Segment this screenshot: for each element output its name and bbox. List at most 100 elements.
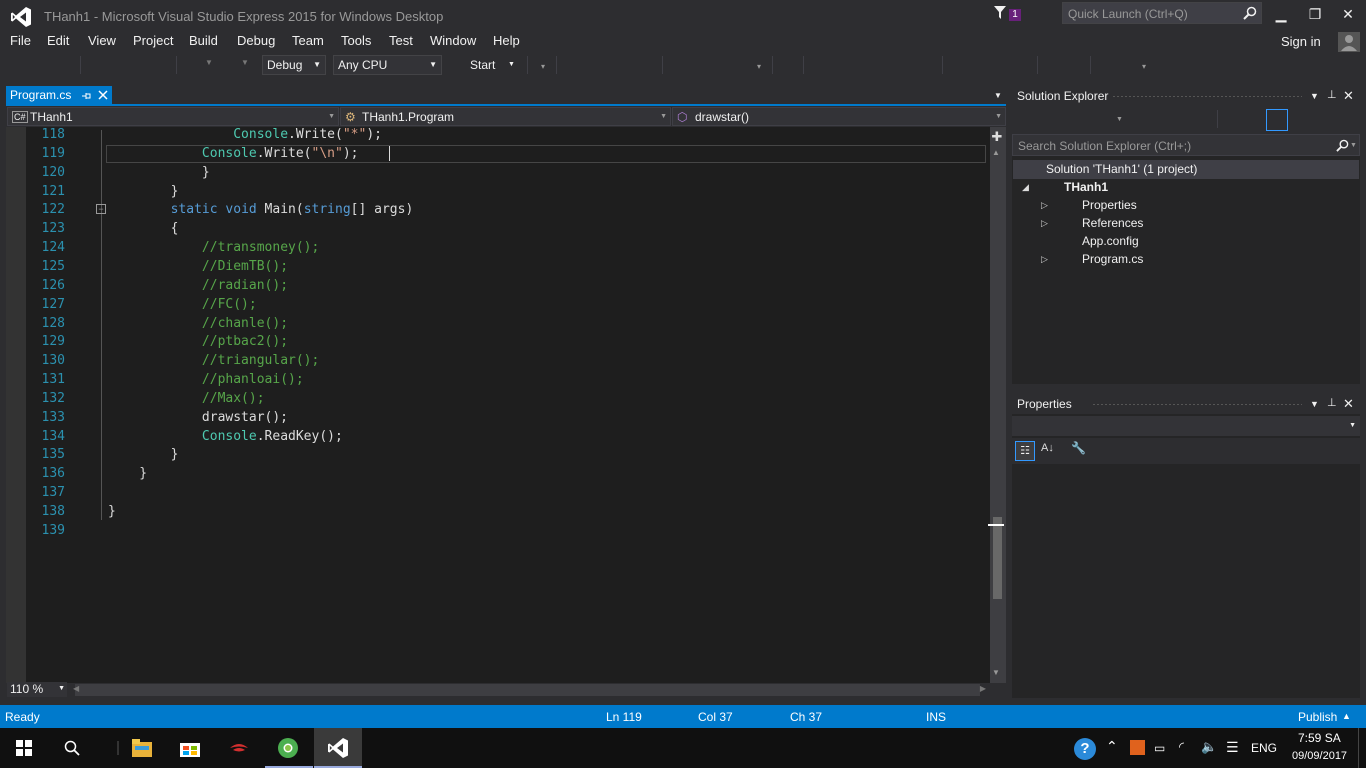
scroll-right-icon[interactable]: ▶ [980,684,986,693]
toolbar-overflow-icon[interactable]: ▾ [757,62,761,71]
tray-app-icon[interactable] [1130,740,1145,755]
solution-configuration-select[interactable]: Debug ▼ [262,55,326,75]
taskbar-visual-studio[interactable] [314,728,362,768]
close-window-button[interactable]: ✕ [1335,4,1361,24]
menu-test[interactable]: Test [389,33,413,48]
toolbar-overflow-icon[interactable]: ▾ [1142,62,1146,71]
tab-list-dropdown-icon[interactable]: ▼ [994,91,1002,100]
quick-launch-input[interactable]: Quick Launch (Ctrl+Q) [1062,2,1262,24]
pin-icon[interactable] [81,91,91,101]
undo-dropdown-icon[interactable]: ▼ [205,58,213,67]
code-line[interactable]: //transmoney(); [108,240,319,255]
wrench-icon[interactable]: 🔧 [1071,441,1086,455]
toolbar-overflow-icon[interactable]: ▾ [541,62,545,71]
tree-item-references[interactable]: References [1082,216,1143,230]
project-dropdown[interactable]: C# THanh1 ▼ [7,107,339,126]
expanded-arrow-icon[interactable]: ◢ [1022,182,1029,193]
vertical-scroll-thumb[interactable] [993,517,1002,599]
collapse-icon[interactable]: − [96,204,106,214]
properties-toggle-button[interactable] [1266,109,1288,131]
show-desktop-button[interactable] [1358,728,1366,768]
clock-time[interactable]: 7:59 SA [1298,731,1341,745]
code-line[interactable]: Console.Write("*"); [108,127,382,142]
split-editor-icon[interactable]: ✚ [990,129,1004,144]
alphabetical-icon[interactable]: A↓ [1041,442,1054,454]
zoom-select[interactable]: 110 % ▼ [7,682,67,697]
scroll-left-icon[interactable]: ◀ [73,684,79,693]
tree-item-program-cs[interactable]: Program.cs [1082,252,1143,266]
code-line[interactable]: static void Main(string[] args) [108,202,414,217]
input-method-icon[interactable]: ☰ [1226,739,1239,756]
search-button[interactable] [48,728,96,768]
categorized-icon[interactable]: ☷ [1015,441,1035,461]
solution-explorer-search[interactable]: Search Solution Explorer (Ctrl+;) ▼ [1012,134,1360,156]
panel-menu-icon[interactable]: ▼ [1310,399,1319,409]
pin-icon[interactable]: ⊥ [1327,88,1337,101]
menu-view[interactable]: View [88,33,116,48]
properties-object-select[interactable]: ▼ [1012,416,1360,436]
menu-project[interactable]: Project [133,33,173,48]
taskbar-chrome[interactable] [265,728,313,768]
code-line[interactable]: //radian(); [108,278,288,293]
avatar[interactable] [1338,32,1360,52]
drag-grip[interactable] [1092,403,1302,406]
horizontal-scrollbar[interactable]: ◀ ▶ [73,684,986,696]
start-button[interactable] [0,728,48,768]
notifications-button[interactable]: 1 [994,6,1022,24]
taskbar-app-red[interactable] [215,728,263,768]
code-line[interactable]: //Max(); [108,391,265,406]
menu-tools[interactable]: Tools [341,33,371,48]
tree-item-project[interactable]: THanh1 [1064,180,1108,194]
code-line[interactable]: } [108,504,116,519]
type-dropdown[interactable]: ⚙ THanh1.Program ▼ [340,107,671,126]
restore-button[interactable]: ❐ [1302,4,1328,24]
code-line[interactable]: Console.ReadKey(); [108,429,343,444]
tree-item-app-config[interactable]: App.config [1082,234,1139,248]
menu-help[interactable]: Help [493,33,520,48]
publish-button[interactable]: Publish [1298,710,1337,724]
tree-item-properties[interactable]: Properties [1082,198,1137,212]
show-hidden-icons-icon[interactable]: ⌃ [1106,738,1118,755]
chevron-down-icon[interactable]: ▼ [1116,116,1123,123]
close-tab-icon[interactable] [98,90,108,100]
menu-file[interactable]: File [10,33,31,48]
tree-item-solution[interactable]: Solution 'THanh1' (1 project) [1013,160,1359,179]
menu-debug[interactable]: Debug [237,33,275,48]
code-line[interactable]: //FC(); [108,297,257,312]
redo-dropdown-icon[interactable]: ▼ [241,58,249,67]
solution-platform-select[interactable]: Any CPU ▼ [333,55,442,75]
minimize-button[interactable]: ▁ [1268,4,1294,24]
taskbar-file-explorer[interactable] [120,728,168,768]
code-line[interactable]: drawstar(); [108,410,288,425]
menu-team[interactable]: Team [292,33,324,48]
code-line[interactable]: //chanle(); [108,316,288,331]
panel-splitter[interactable] [1012,384,1360,394]
code-line[interactable]: //ptbac2(); [108,334,288,349]
code-line[interactable]: //DiemTB(); [108,259,288,274]
taskbar-store[interactable] [166,728,214,768]
wifi-icon[interactable]: ◜ [1179,739,1184,755]
drag-grip[interactable] [1112,95,1302,98]
collapsed-arrow-icon[interactable]: ▷ [1041,254,1048,265]
sign-in-link[interactable]: Sign in [1281,34,1321,49]
panel-menu-icon[interactable]: ▼ [1310,91,1319,101]
tab-program-cs[interactable]: Program.cs [6,86,112,105]
code-line[interactable]: //triangular(); [108,353,319,368]
code-line[interactable]: } [108,184,179,199]
menu-edit[interactable]: Edit [47,33,69,48]
vertical-scrollbar[interactable] [990,127,1006,683]
chevron-up-icon[interactable]: ▲ [1342,711,1351,721]
menu-build[interactable]: Build [189,33,218,48]
code-line[interactable]: { [108,221,179,236]
close-panel-icon[interactable]: ✕ [1343,396,1354,412]
clock-date[interactable]: 09/09/2017 [1292,750,1347,762]
help-icon[interactable]: ? [1074,738,1096,760]
volume-icon[interactable]: 🔈 [1201,739,1217,755]
menu-window[interactable]: Window [430,33,476,48]
pin-icon[interactable]: ⊥ [1327,396,1337,409]
battery-icon[interactable]: ▭ [1154,741,1165,755]
code-line[interactable]: Console.Write("\n"); [108,146,359,161]
code-line[interactable]: } [108,466,147,481]
close-panel-icon[interactable]: ✕ [1343,88,1354,104]
scroll-down-icon[interactable]: ▼ [992,668,1000,677]
